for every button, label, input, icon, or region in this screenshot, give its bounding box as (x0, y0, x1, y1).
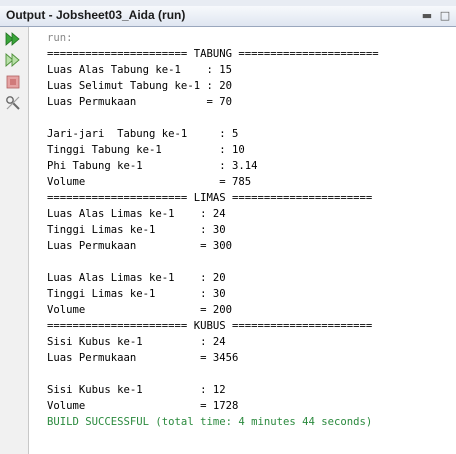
output-line: Luas Alas Limas ke-1 : 20 (47, 272, 226, 284)
minimize-icon[interactable]: ▬ (420, 9, 434, 23)
rerun-button[interactable] (4, 30, 22, 48)
output-line: Luas Alas Limas ke-1 : 24 (47, 208, 226, 220)
output-toolbar (0, 27, 29, 454)
output-line: ====================== KUBUS ===========… (47, 320, 373, 332)
output-line: Tinggi Tabung ke-1 : 10 (47, 144, 245, 156)
output-line: run: (47, 32, 73, 44)
output-line: BUILD SUCCESSFUL (total time: 4 minutes … (47, 416, 373, 428)
maximize-icon[interactable]: □ (438, 9, 452, 23)
output-line: Luas Permukaan = 3456 (47, 352, 239, 364)
output-line: Sisi Kubus ke-1 : 12 (47, 384, 226, 396)
output-line: Luas Alas Tabung ke-1 : 15 (47, 64, 232, 76)
output-line: Luas Selimut Tabung ke-1 : 20 (47, 80, 232, 92)
settings-button[interactable] (4, 94, 22, 112)
output-line: Sisi Kubus ke-1 : 24 (47, 336, 226, 348)
output-line: ====================== TABUNG ==========… (47, 48, 379, 60)
output-line: Luas Permukaan = 70 (47, 96, 232, 108)
double-play-icon (5, 32, 20, 46)
output-line: Tinggi Limas ke-1 : 30 (47, 288, 226, 300)
output-line: Jari-jari Tabung ke-1 : 5 (47, 128, 239, 140)
output-line: Volume = 200 (47, 304, 232, 316)
output-line: Phi Tabung ke-1 : 3.14 (47, 160, 258, 172)
output-line: Luas Permukaan = 300 (47, 240, 232, 252)
output-line: Volume = 785 (47, 176, 252, 188)
output-line: Volume = 1728 (47, 400, 239, 412)
window-title: Output - Jobsheet03_Aida (run) (6, 8, 186, 22)
rerun-with-options-button[interactable] (4, 51, 22, 69)
output-window-titlebar[interactable]: Output - Jobsheet03_Aida (run) ▬ □ (0, 6, 456, 27)
stop-button[interactable] (4, 73, 22, 91)
double-play-outline-icon (5, 53, 20, 67)
output-line: Tinggi Limas ke-1 : 30 (47, 224, 226, 236)
tools-icon (6, 96, 20, 110)
stop-square-icon (6, 75, 20, 89)
output-console[interactable]: run: ====================== TABUNG ======… (29, 27, 456, 454)
output-line: ====================== LIMAS ===========… (47, 192, 373, 204)
